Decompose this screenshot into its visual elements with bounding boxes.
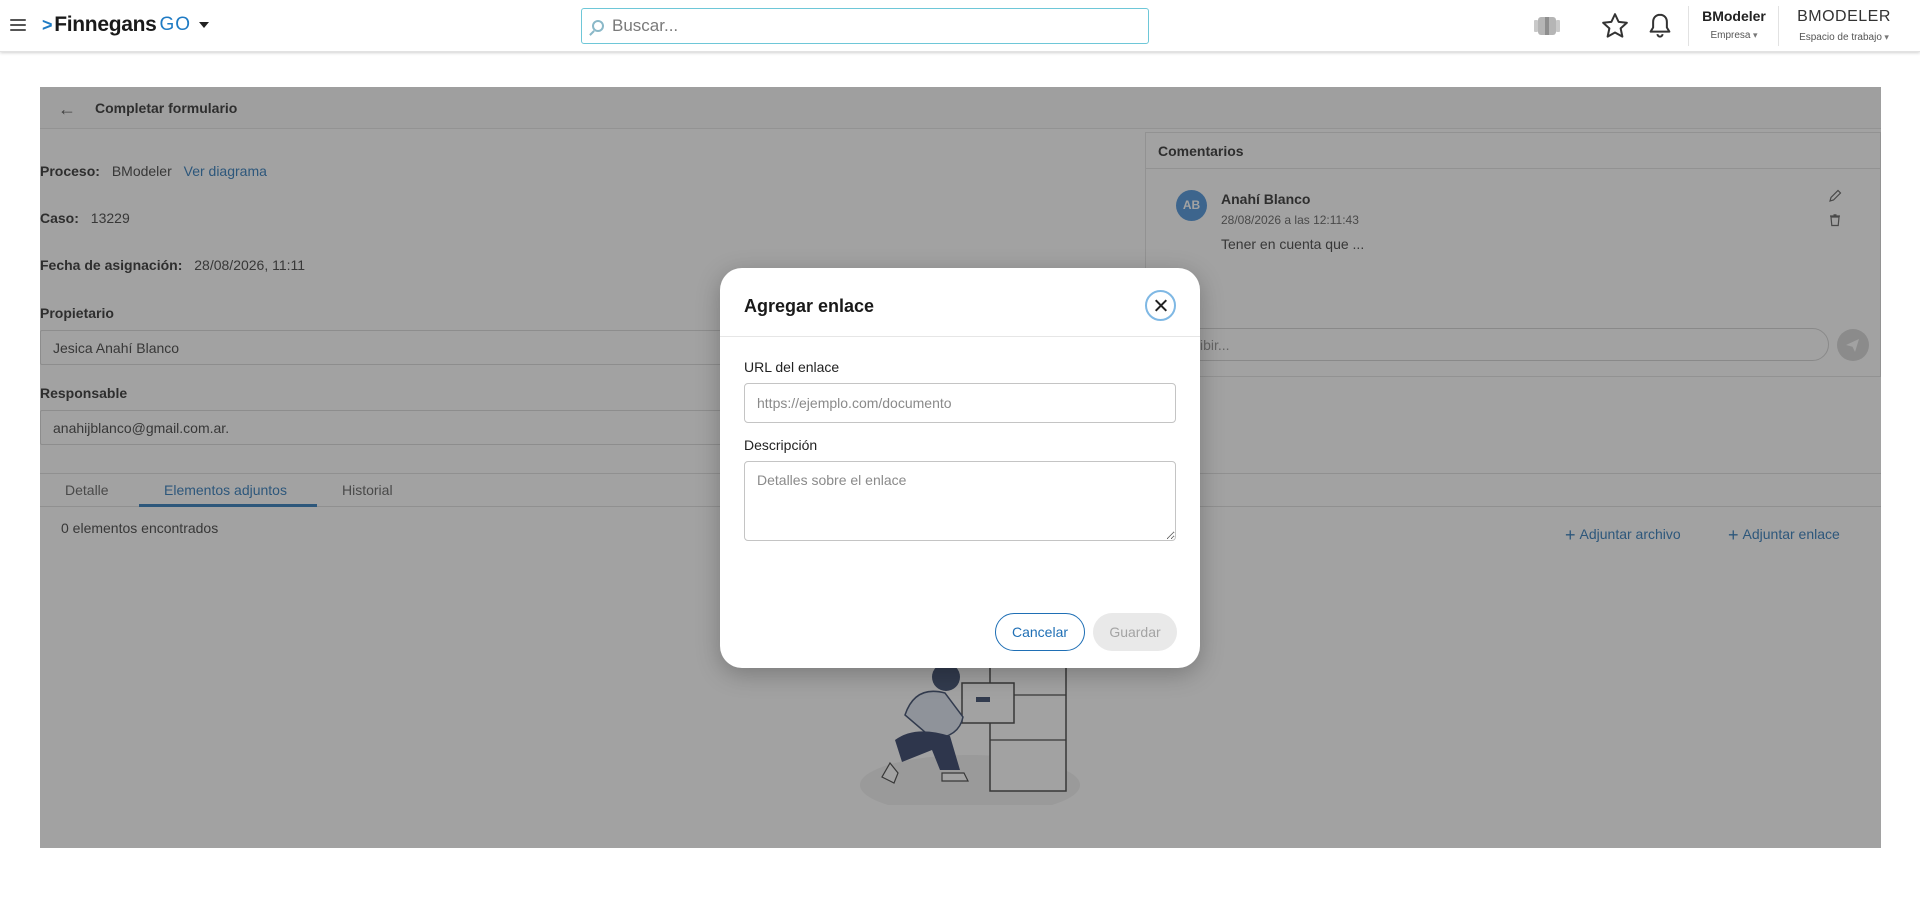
caret-down-icon[interactable] (199, 22, 210, 28)
app-logo[interactable]: > Finnegans GO (42, 13, 210, 37)
global-search[interactable] (581, 8, 1149, 44)
star-icon[interactable] (1600, 11, 1630, 41)
description-label: Descripción (744, 437, 818, 453)
url-input[interactable] (744, 383, 1176, 423)
dialog-divider (720, 336, 1200, 337)
workspace-name: BMODELER (1797, 8, 1891, 25)
url-label: URL del enlace (744, 359, 840, 375)
search-input[interactable] (612, 16, 1112, 36)
close-icon[interactable] (1145, 290, 1176, 321)
brand-icon[interactable] (1532, 14, 1562, 38)
dialog-title: Agregar enlace (744, 296, 875, 316)
top-header: > Finnegans GO BModeler Empresa BMODELER… (0, 0, 1920, 52)
header-divider (1688, 6, 1689, 46)
search-icon (592, 20, 604, 32)
description-textarea[interactable] (744, 461, 1176, 541)
add-link-dialog: Agregar enlace URL del enlace Descripció… (720, 268, 1200, 668)
bell-icon[interactable] (1645, 11, 1675, 41)
menu-icon[interactable] (10, 16, 26, 34)
cancel-button[interactable]: Cancelar (995, 613, 1085, 651)
logo-text: Finnegans (54, 13, 157, 36)
logo-chevron-icon: > (42, 14, 53, 35)
company-label: Empresa (1699, 30, 1769, 41)
logo-suffix: GO (159, 14, 192, 35)
company-selector[interactable]: BModeler Empresa (1699, 8, 1769, 41)
company-name: BModeler (1702, 8, 1766, 24)
workspace-label: Espacio de trabajo (1788, 32, 1900, 43)
header-divider (1778, 6, 1779, 46)
workspace-selector[interactable]: BMODELER Espacio de trabajo (1788, 8, 1900, 43)
save-button[interactable]: Guardar (1093, 613, 1177, 651)
